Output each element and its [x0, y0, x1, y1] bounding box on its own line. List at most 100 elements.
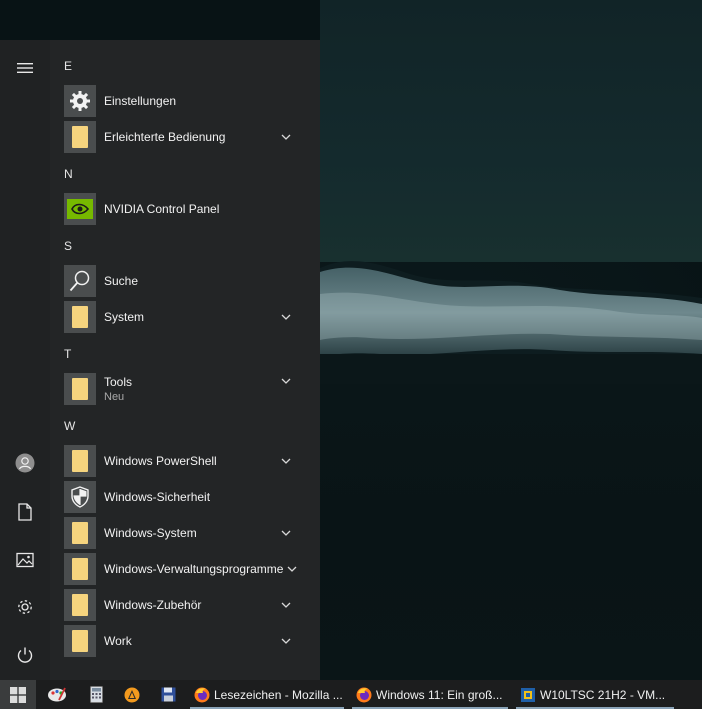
nvidia-icon: [67, 199, 93, 219]
chevron-down-icon[interactable]: [280, 527, 292, 539]
start-icon: [10, 686, 26, 703]
folder-icon: [72, 630, 88, 652]
taskbar-calculator[interactable]: [78, 680, 114, 709]
app-item-windows-zubehoer[interactable]: Windows-Zubehör: [50, 587, 312, 623]
user-account-button[interactable]: [0, 443, 50, 483]
chevron-down-icon[interactable]: [280, 131, 292, 143]
app-tile: [64, 373, 96, 405]
taskbar-paint[interactable]: [36, 680, 78, 709]
taskbar-app-label: Lesezeichen - Mozilla ...: [214, 687, 343, 702]
app-tile: [64, 589, 96, 621]
app-tile: [64, 553, 96, 585]
taskbar-vlc[interactable]: [114, 680, 150, 709]
app-tile: [64, 625, 96, 657]
app-tile: [64, 301, 96, 333]
taskbar-app-label: Windows 11: Ein groß...: [376, 687, 503, 702]
group-letter-n[interactable]: N: [64, 167, 73, 181]
documents-icon: [18, 503, 32, 521]
app-label: Work: [104, 634, 132, 648]
chevron-down-icon[interactable]: [280, 455, 292, 467]
app-item-suche[interactable]: Suche: [50, 263, 312, 299]
group-letter-w[interactable]: W: [64, 419, 75, 433]
start-menu: E Einstellungen Erleichterte Bedienung N…: [0, 40, 320, 680]
group-letter-t[interactable]: T: [64, 347, 71, 361]
app-item-windows-powershell[interactable]: Windows PowerShell: [50, 443, 312, 479]
floppy-icon: [161, 687, 175, 702]
app-label: System: [104, 310, 145, 324]
settings-icon: [18, 600, 32, 614]
wallpaper-sea-top: [320, 0, 702, 262]
hamburger-icon: [17, 63, 33, 73]
app-tile: [64, 517, 96, 549]
app-label: Windows-Zubehör: [104, 598, 202, 612]
app-item-erleichterte-bedienung[interactable]: Erleichterte Bedienung: [50, 119, 312, 155]
app-tile: [64, 121, 96, 153]
app-label: Windows-Sicherheit: [104, 490, 211, 504]
firefox-icon: [356, 687, 372, 702]
app-list: E Einstellungen Erleichterte Bedienung N…: [50, 40, 320, 680]
folder-icon: [72, 558, 88, 580]
folder-icon: [72, 126, 88, 148]
app-item-windows-verwaltungsprogramme[interactable]: Windows-Verwaltungsprogramme: [50, 551, 312, 587]
app-item-system[interactable]: System: [50, 299, 312, 335]
app-tile: [64, 265, 96, 297]
user-avatar-icon: [15, 453, 35, 473]
app-label: Suche: [104, 274, 139, 288]
vlc-icon: [124, 687, 140, 702]
paint-icon: [48, 687, 66, 701]
chevron-down-icon[interactable]: [280, 375, 292, 387]
power-icon: [17, 647, 33, 663]
app-tile: [64, 193, 96, 225]
app-item-windows-sicherheit[interactable]: Windows-Sicherheit: [50, 479, 312, 515]
chevron-down-icon[interactable]: [280, 599, 292, 611]
app-label: NVIDIA Control Panel: [104, 202, 220, 216]
pictures-button[interactable]: [0, 540, 50, 580]
app-label: Windows PowerShell: [104, 454, 217, 468]
folder-icon: [72, 306, 88, 328]
chevron-down-icon[interactable]: [280, 635, 292, 647]
app-item-einstellungen[interactable]: Einstellungen: [50, 83, 312, 119]
virtualbox-icon: [521, 687, 535, 702]
pictures-icon: [16, 552, 34, 568]
wallpaper-sea-bottom: [320, 384, 702, 680]
app-tile: [64, 85, 96, 117]
shield-icon: [71, 486, 89, 508]
app-label: Erleichterte Bedienung: [104, 130, 226, 144]
app-label: Windows-Verwaltungsprogramme: [104, 562, 284, 576]
start-menu-rail: [0, 40, 50, 680]
app-item-nvidia-control-panel[interactable]: NVIDIA Control Panel: [50, 191, 312, 227]
taskbar-app-firefox-lesezeichen[interactable]: Lesezeichen - Mozilla ...: [188, 680, 346, 709]
app-item-work[interactable]: Work: [50, 623, 312, 659]
chevron-down-icon[interactable]: [280, 311, 292, 323]
app-item-windows-system[interactable]: Windows-System: [50, 515, 312, 551]
folder-icon: [72, 378, 88, 400]
app-item-tools[interactable]: Tools Neu: [50, 369, 312, 409]
documents-button[interactable]: [0, 492, 50, 532]
taskbar-floppy[interactable]: [150, 680, 186, 709]
wallpaper-wave: [320, 261, 702, 384]
taskbar: Lesezeichen - Mozilla ... Windows 11: Ei…: [0, 680, 702, 709]
taskbar-app-virtualbox[interactable]: W10LTSC 21H2 - VM...: [514, 680, 676, 709]
group-letter-s[interactable]: S: [64, 239, 72, 253]
app-tile: [64, 445, 96, 477]
app-label: Tools: [104, 375, 133, 389]
search-icon: [69, 270, 90, 292]
folder-icon: [72, 594, 88, 616]
app-tile: [64, 481, 96, 513]
app-label-group: Tools Neu: [104, 375, 132, 403]
group-letter-e[interactable]: E: [64, 59, 72, 73]
firefox-icon: [194, 687, 210, 702]
calculator-icon: [89, 686, 103, 703]
chevron-down-icon[interactable]: [286, 563, 298, 575]
taskbar-app-label: W10LTSC 21H2 - VM...: [540, 687, 666, 702]
power-button[interactable]: [0, 635, 50, 675]
folder-icon: [72, 450, 88, 472]
start-button[interactable]: [0, 680, 36, 709]
folder-icon: [72, 522, 88, 544]
taskbar-app-firefox-windows11[interactable]: Windows 11: Ein groß...: [350, 680, 510, 709]
app-label: Windows-System: [104, 526, 197, 540]
hamburger-button[interactable]: [0, 48, 50, 88]
settings-button[interactable]: [0, 587, 50, 627]
app-label: Einstellungen: [104, 94, 177, 108]
new-badge: Neu: [104, 391, 125, 403]
